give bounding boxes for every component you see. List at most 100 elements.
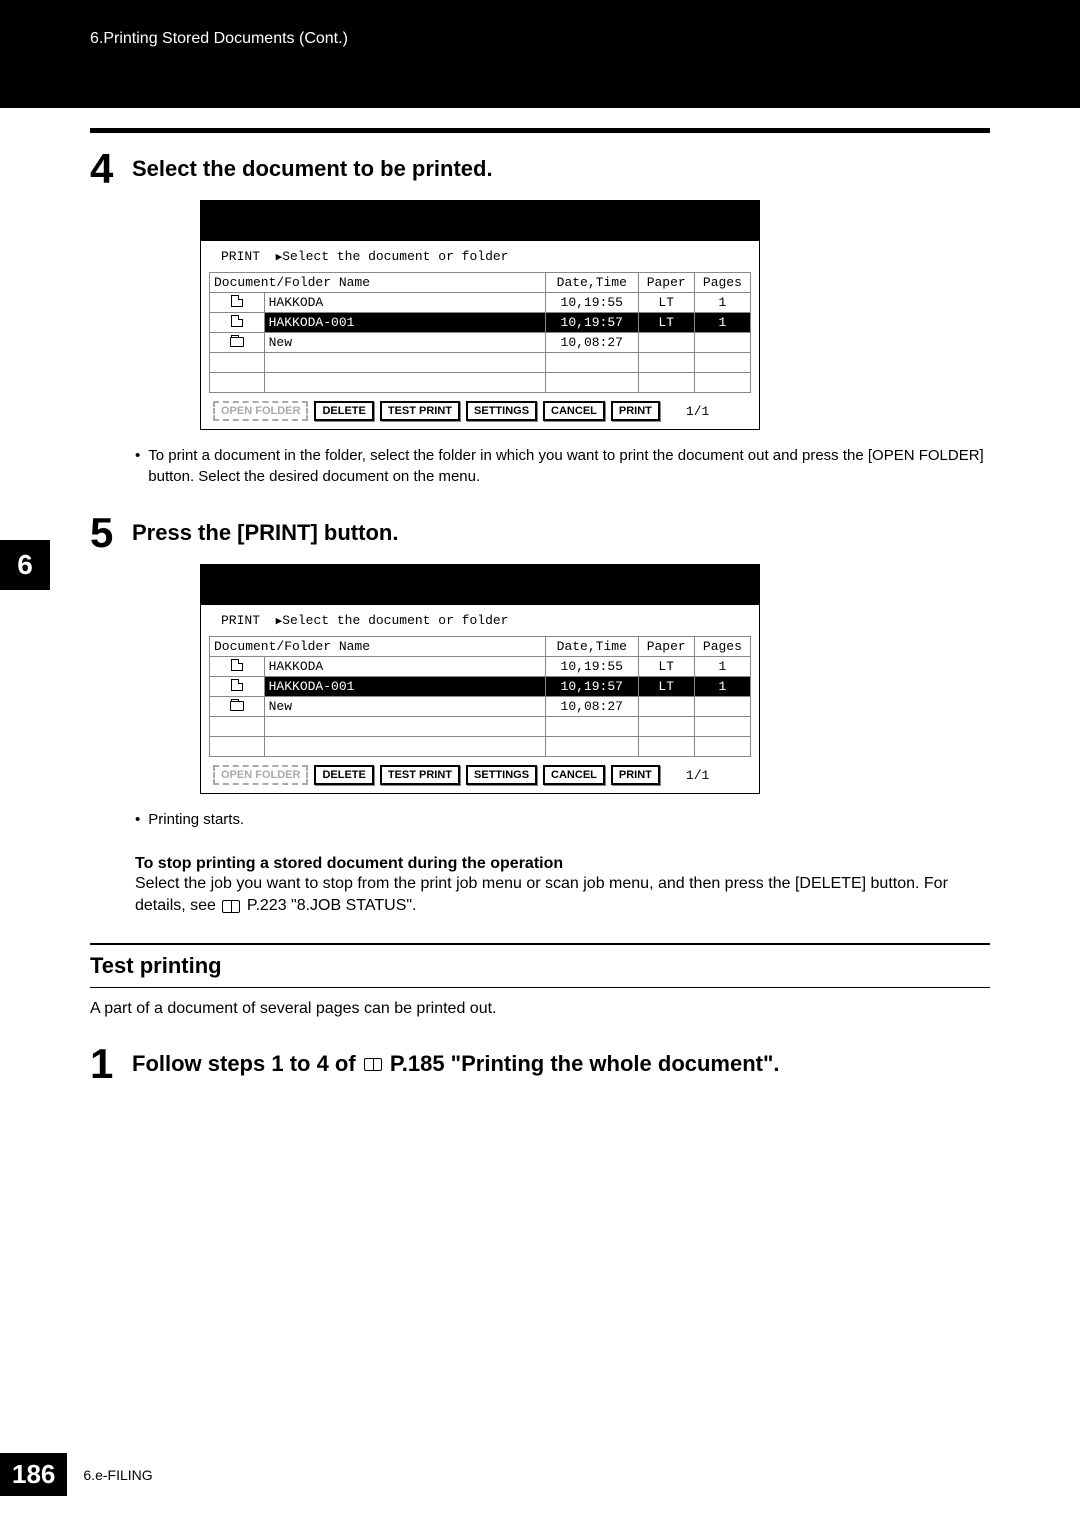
step-number: 5 <box>90 512 120 554</box>
row-date: 10,19:57 <box>545 677 638 697</box>
row-pages: 1 <box>694 293 750 313</box>
row-name <box>264 717 545 737</box>
screen-blackbar <box>201 201 759 241</box>
button-row: OPEN FOLDER DELETE TEST PRINT SETTINGS C… <box>201 393 759 429</box>
screen-prompt: PRINT ▶Select the document or folder <box>201 605 759 636</box>
stop-text: Select the job you want to stop from the… <box>135 873 990 918</box>
table-row[interactable] <box>210 373 751 393</box>
table-row[interactable]: HAKKODA10,19:55LT1 <box>210 657 751 677</box>
step-number: 4 <box>90 148 120 190</box>
row-paper: LT <box>638 293 694 313</box>
table-row[interactable] <box>210 353 751 373</box>
document-icon <box>210 293 265 313</box>
note-step4: • To print a document in the folder, sel… <box>135 445 990 487</box>
document-icon <box>210 313 265 333</box>
row-date: 10,19:57 <box>545 313 638 333</box>
row-name <box>264 353 545 373</box>
print-button[interactable]: PRINT <box>611 765 660 785</box>
test-print-button[interactable]: TEST PRINT <box>380 401 460 421</box>
step-5: 5 Press the [PRINT] button. <box>90 512 990 554</box>
printer-screen: PRINT ▶Select the document or folder Doc… <box>200 200 760 430</box>
book-icon <box>222 900 240 913</box>
book-icon <box>364 1058 382 1071</box>
settings-button[interactable]: SETTINGS <box>466 765 537 785</box>
table-row[interactable]: New10,08:27 <box>210 697 751 717</box>
col-date: Date,Time <box>545 273 638 293</box>
row-pages <box>694 373 750 393</box>
row-paper <box>638 717 694 737</box>
divider <box>90 987 990 988</box>
row-date: 10,19:55 <box>545 293 638 313</box>
table-row[interactable]: HAKKODA-00110,19:57LT1 <box>210 677 751 697</box>
stop-heading: To stop printing a stored document durin… <box>135 855 990 873</box>
cancel-button[interactable]: CANCEL <box>543 765 605 785</box>
document-table: Document/Folder Name Date,Time Paper Pag… <box>209 636 751 757</box>
step-1b: 1 Follow steps 1 to 4 of P.185 "Printing… <box>90 1043 990 1085</box>
footer: 186 6.e-FILING <box>0 1453 153 1496</box>
document-table: Document/Folder Name Date,Time Paper Pag… <box>209 272 751 393</box>
note-printing-starts: • Printing starts. <box>135 809 990 830</box>
row-pages: 1 <box>694 657 750 677</box>
col-name: Document/Folder Name <box>210 637 546 657</box>
col-pages: Pages <box>694 273 750 293</box>
row-paper <box>638 333 694 353</box>
row-paper <box>638 353 694 373</box>
col-name: Document/Folder Name <box>210 273 546 293</box>
divider <box>90 943 990 945</box>
row-pages <box>694 333 750 353</box>
col-paper: Paper <box>638 273 694 293</box>
row-paper <box>638 697 694 717</box>
screen-prompt: PRINT ▶Select the document or folder <box>201 241 759 272</box>
row-pages: 1 <box>694 677 750 697</box>
row-pages <box>694 717 750 737</box>
open-folder-button[interactable]: OPEN FOLDER <box>213 765 308 785</box>
print-button[interactable]: PRINT <box>611 401 660 421</box>
row-date <box>545 717 638 737</box>
step-title: Press the [PRINT] button. <box>132 520 398 546</box>
row-paper: LT <box>638 677 694 697</box>
table-row[interactable] <box>210 737 751 757</box>
row-name: HAKKODA-001 <box>264 313 545 333</box>
empty-icon <box>210 737 265 757</box>
row-date <box>545 737 638 757</box>
row-date <box>545 373 638 393</box>
row-paper <box>638 737 694 757</box>
empty-icon <box>210 717 265 737</box>
row-paper: LT <box>638 313 694 333</box>
row-name: New <box>264 697 545 717</box>
delete-button[interactable]: DELETE <box>314 765 373 785</box>
row-name <box>264 373 545 393</box>
row-paper <box>638 373 694 393</box>
table-row[interactable]: HAKKODA-00110,19:57LT1 <box>210 313 751 333</box>
col-date: Date,Time <box>545 637 638 657</box>
open-folder-button[interactable]: OPEN FOLDER <box>213 401 308 421</box>
table-row[interactable]: New10,08:27 <box>210 333 751 353</box>
page-counter: 1/1 <box>686 768 709 783</box>
col-paper: Paper <box>638 637 694 657</box>
col-pages: Pages <box>694 637 750 657</box>
row-name <box>264 737 545 757</box>
row-name: HAKKODA <box>264 293 545 313</box>
document-icon <box>210 677 265 697</box>
button-row: OPEN FOLDER DELETE TEST PRINT SETTINGS C… <box>201 757 759 793</box>
row-pages <box>694 353 750 373</box>
footer-label: 6.e-FILING <box>83 1467 152 1483</box>
row-name: HAKKODA <box>264 657 545 677</box>
document-icon <box>210 657 265 677</box>
settings-button[interactable]: SETTINGS <box>466 401 537 421</box>
test-print-button[interactable]: TEST PRINT <box>380 765 460 785</box>
table-row[interactable] <box>210 717 751 737</box>
delete-button[interactable]: DELETE <box>314 401 373 421</box>
row-date: 10,19:55 <box>545 657 638 677</box>
table-row[interactable]: HAKKODA10,19:55LT1 <box>210 293 751 313</box>
divider <box>90 128 990 133</box>
cancel-button[interactable]: CANCEL <box>543 401 605 421</box>
row-pages: 1 <box>694 313 750 333</box>
page-number: 186 <box>0 1453 67 1496</box>
row-date: 10,08:27 <box>545 333 638 353</box>
row-date: 10,08:27 <box>545 697 638 717</box>
row-date <box>545 353 638 373</box>
step-title: Follow steps 1 to 4 of P.185 "Printing t… <box>132 1051 780 1077</box>
folder-icon <box>210 697 265 717</box>
row-name: New <box>264 333 545 353</box>
